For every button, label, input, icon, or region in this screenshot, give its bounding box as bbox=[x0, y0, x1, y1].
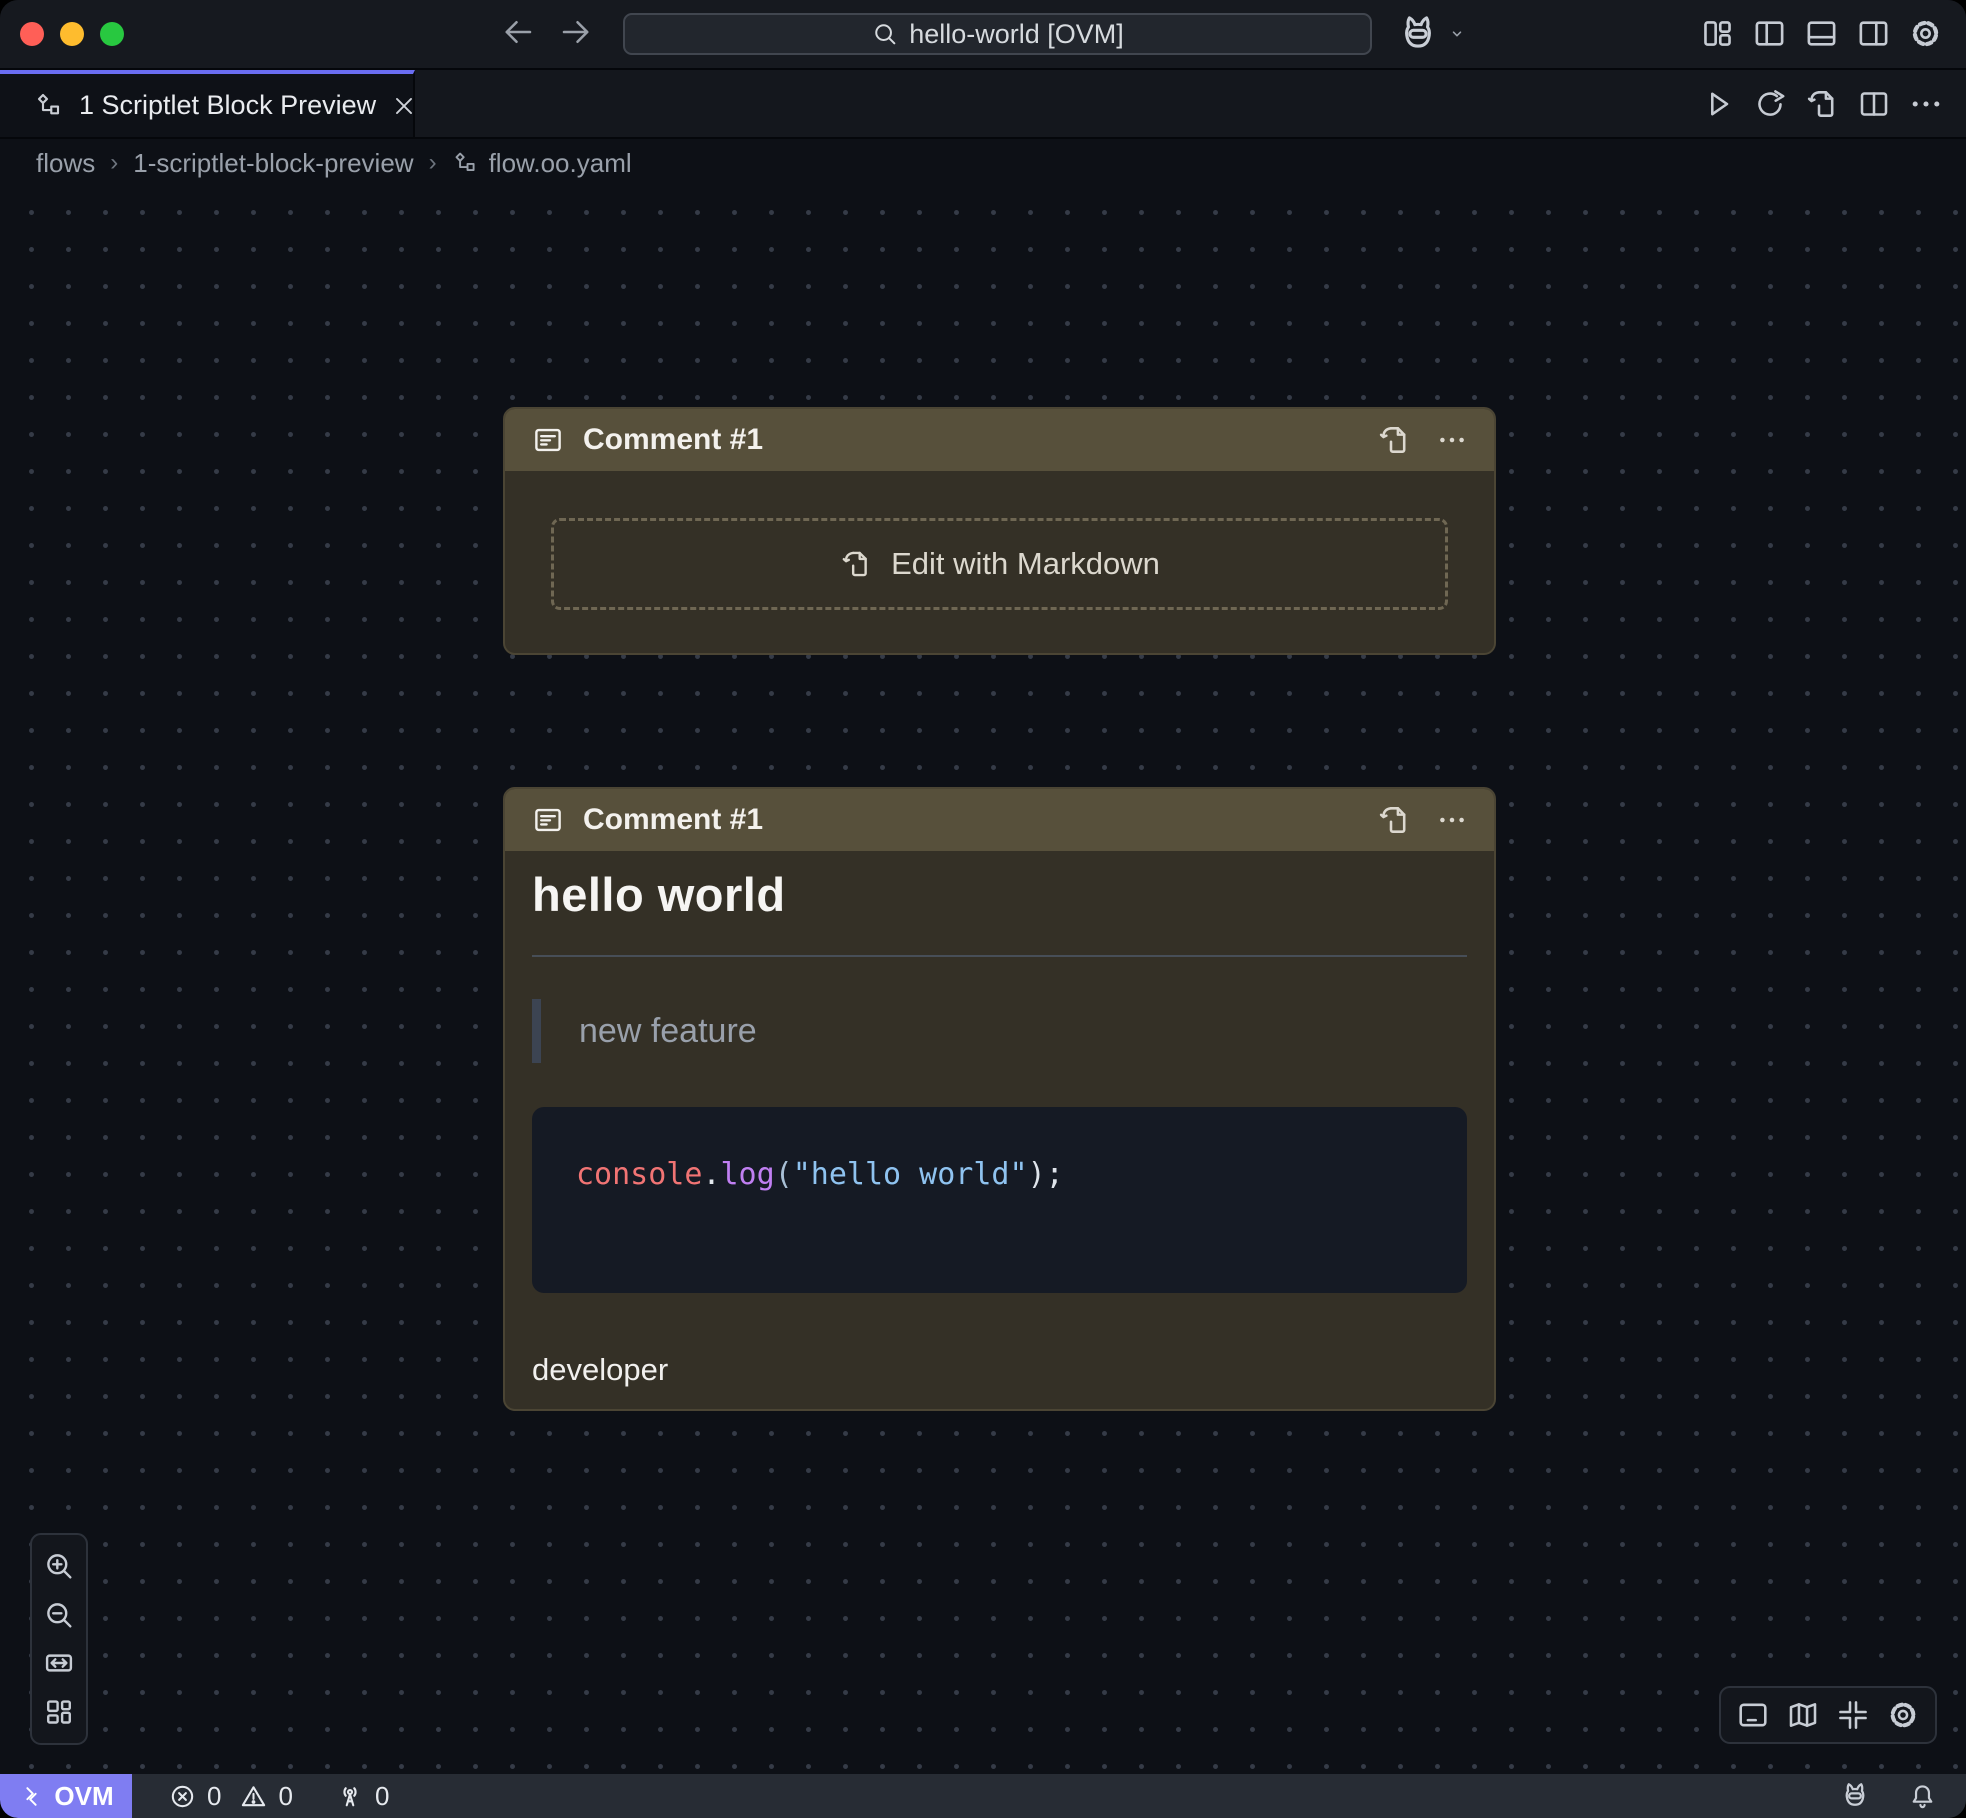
flow-canvas[interactable]: Comment #1 Edit with Markdown Comment #1 bbox=[0, 187, 1966, 1774]
code-block: console.log("hello world"); bbox=[532, 1107, 1467, 1293]
flow-icon bbox=[34, 91, 64, 121]
more-actions-icon[interactable] bbox=[1908, 86, 1944, 122]
zoom-in-button[interactable] bbox=[42, 1549, 76, 1583]
markdown-divider bbox=[532, 955, 1467, 957]
code-token: ; bbox=[1046, 1157, 1064, 1192]
breadcrumb-item-flows[interactable]: flows bbox=[36, 148, 95, 179]
edit-with-markdown-button[interactable]: Edit with Markdown bbox=[551, 518, 1448, 610]
error-icon bbox=[168, 1782, 197, 1811]
comment-icon bbox=[531, 803, 565, 837]
assistant-menu[interactable] bbox=[1396, 12, 1468, 56]
problems-indicator[interactable]: 0 0 bbox=[168, 1781, 293, 1812]
comment-icon bbox=[531, 423, 565, 457]
edit-file-icon[interactable] bbox=[1804, 86, 1840, 122]
code-token: ) bbox=[1028, 1157, 1046, 1192]
markdown-blockquote: new feature bbox=[532, 999, 1467, 1063]
toggle-left-panel-icon[interactable] bbox=[1751, 15, 1788, 52]
tab-scriptlet-block-preview[interactable]: 1 Scriptlet Block Preview bbox=[0, 70, 415, 137]
toggle-right-panel-icon[interactable] bbox=[1855, 15, 1892, 52]
settings-gear-icon[interactable] bbox=[1907, 15, 1944, 52]
minimize-window-button[interactable] bbox=[60, 22, 84, 46]
breadcrumb-item-file[interactable]: flow.oo.yaml bbox=[452, 148, 632, 179]
restart-icon[interactable] bbox=[1752, 86, 1788, 122]
warning-icon bbox=[239, 1782, 268, 1811]
breadcrumb-separator: › bbox=[429, 149, 437, 177]
ports-indicator[interactable]: 0 bbox=[335, 1781, 389, 1812]
command-center-search[interactable]: hello-world [OVM] bbox=[623, 13, 1372, 55]
edit-markdown-icon bbox=[839, 547, 873, 581]
code-token: "hello world" bbox=[793, 1157, 1028, 1192]
breadcrumb: flows › 1-scriptlet-block-preview › flow… bbox=[0, 139, 1966, 187]
collapse-icon bbox=[1835, 1697, 1871, 1733]
mascot-icon bbox=[1396, 12, 1440, 56]
tab-bar: 1 Scriptlet Block Preview bbox=[0, 70, 1966, 139]
canvas-view-toolbar bbox=[1719, 1686, 1937, 1744]
canvas-settings-button[interactable] bbox=[1885, 1697, 1921, 1733]
app-window: hello-world [OVM] 1 Scriptlet Block Prev… bbox=[0, 0, 1966, 1818]
code-token: console bbox=[576, 1157, 702, 1192]
close-window-button[interactable] bbox=[20, 22, 44, 46]
comment-node-body: Edit with Markdown bbox=[505, 471, 1494, 657]
forward-icon[interactable] bbox=[558, 14, 594, 50]
maximize-window-button[interactable] bbox=[100, 22, 124, 46]
node-menu-icon[interactable] bbox=[1436, 424, 1468, 456]
tab-close-icon[interactable] bbox=[391, 93, 417, 119]
toggle-minimap-button[interactable] bbox=[1785, 1697, 1821, 1733]
code-token: . bbox=[702, 1157, 720, 1192]
fit-width-button[interactable] bbox=[42, 1646, 76, 1680]
toggle-bottom-panel-icon[interactable] bbox=[1803, 15, 1840, 52]
code-token: ( bbox=[775, 1157, 793, 1192]
flow-icon bbox=[452, 150, 479, 177]
markdown-heading: hello world bbox=[532, 867, 1467, 923]
canvas-zoom-toolbar bbox=[30, 1533, 88, 1745]
zoom-out-icon bbox=[42, 1598, 76, 1632]
auto-layout-button[interactable] bbox=[42, 1695, 76, 1729]
edit-with-markdown-label: Edit with Markdown bbox=[891, 546, 1160, 582]
chevron-down-icon bbox=[1446, 23, 1468, 45]
title-bar: hello-world [OVM] bbox=[0, 0, 1966, 70]
collapse-all-button[interactable] bbox=[1835, 1697, 1871, 1733]
layout-blocks-icon bbox=[42, 1695, 76, 1729]
breadcrumb-file-label: flow.oo.yaml bbox=[489, 148, 632, 179]
comment-node-title: Comment #1 bbox=[583, 803, 763, 837]
run-flow-icon[interactable] bbox=[1700, 86, 1736, 122]
node-menu-icon[interactable] bbox=[1436, 804, 1468, 836]
comment-node-title: Comment #1 bbox=[583, 423, 763, 457]
comment-node-empty[interactable]: Comment #1 Edit with Markdown bbox=[503, 407, 1496, 655]
breadcrumb-item-folder[interactable]: 1-scriptlet-block-preview bbox=[133, 148, 413, 179]
window-controls bbox=[20, 22, 124, 46]
search-icon bbox=[871, 20, 899, 48]
comment-node-header[interactable]: Comment #1 bbox=[505, 789, 1494, 851]
port-count: 0 bbox=[375, 1781, 389, 1812]
zoom-in-icon bbox=[42, 1549, 76, 1583]
markdown-preview: hello world new feature console.log("hel… bbox=[505, 867, 1494, 1415]
console-panel-icon bbox=[1735, 1697, 1771, 1733]
status-bar: OVM 0 0 0 bbox=[0, 1774, 1966, 1818]
back-icon[interactable] bbox=[500, 14, 536, 50]
error-count: 0 bbox=[207, 1781, 221, 1812]
edit-markdown-icon[interactable] bbox=[1376, 422, 1412, 458]
map-icon bbox=[1785, 1697, 1821, 1733]
customize-layout-icon[interactable] bbox=[1699, 15, 1736, 52]
split-editor-icon[interactable] bbox=[1856, 86, 1892, 122]
comment-node-header[interactable]: Comment #1 bbox=[505, 409, 1494, 471]
breadcrumb-separator: › bbox=[110, 149, 118, 177]
markdown-author: developer bbox=[532, 1351, 1467, 1389]
warning-count: 0 bbox=[278, 1781, 292, 1812]
search-value: hello-world [OVM] bbox=[909, 19, 1124, 50]
code-token: log bbox=[721, 1157, 775, 1192]
fit-width-icon bbox=[42, 1646, 76, 1680]
notifications-bell-icon[interactable] bbox=[1907, 1781, 1938, 1812]
toggle-console-button[interactable] bbox=[1735, 1697, 1771, 1733]
remote-indicator[interactable]: OVM bbox=[0, 1774, 132, 1818]
zoom-out-button[interactable] bbox=[42, 1598, 76, 1632]
remote-label: OVM bbox=[54, 1781, 113, 1812]
settings-gear-icon bbox=[1885, 1697, 1921, 1733]
remote-icon bbox=[18, 1783, 45, 1810]
mascot-icon[interactable] bbox=[1839, 1780, 1871, 1812]
radio-tower-icon bbox=[335, 1781, 365, 1811]
comment-node-rendered[interactable]: Comment #1 hello world new feature conso… bbox=[503, 787, 1496, 1411]
tab-label: 1 Scriptlet Block Preview bbox=[79, 90, 376, 121]
edit-markdown-icon[interactable] bbox=[1376, 802, 1412, 838]
